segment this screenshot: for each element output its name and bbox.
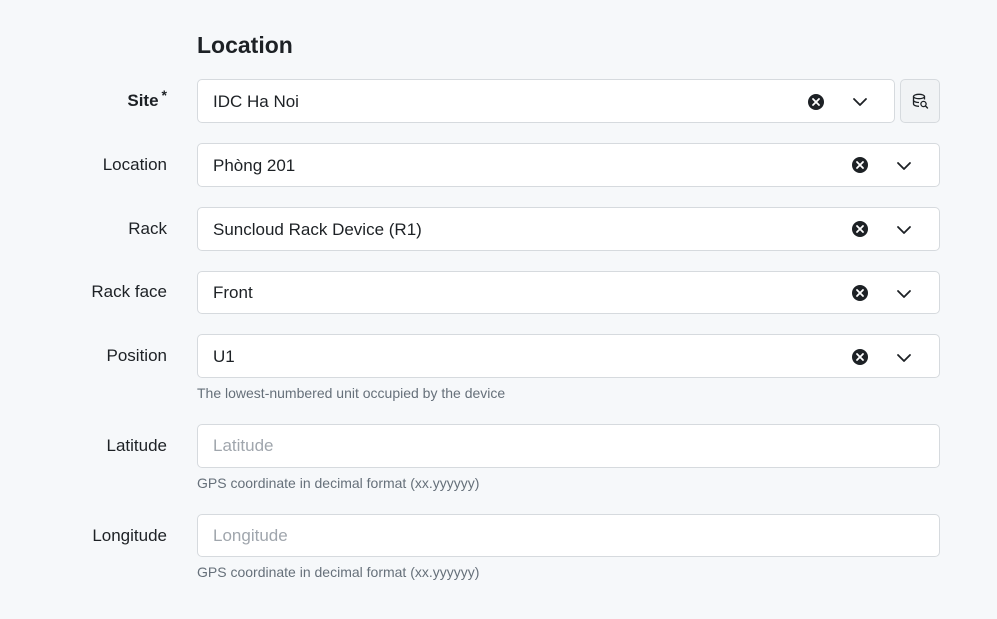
position-select-value: U1 <box>213 347 235 366</box>
clear-icon[interactable] <box>852 285 868 301</box>
section-title: Location <box>197 32 293 58</box>
site-select-value: IDC Ha Noi <box>213 92 299 111</box>
rack-face-select[interactable]: Front <box>197 271 940 314</box>
chevron-down-icon[interactable] <box>896 223 912 237</box>
longitude-label: Longitude <box>92 526 167 545</box>
longitude-help-text: GPS coordinate in decimal format (xx.yyy… <box>197 564 480 580</box>
chevron-down-icon[interactable] <box>896 159 912 173</box>
rack-face-label: Rack face <box>91 282 167 301</box>
longitude-input[interactable] <box>198 515 939 556</box>
clear-icon[interactable] <box>852 349 868 365</box>
clear-icon[interactable] <box>808 94 824 110</box>
chevron-down-icon[interactable] <box>852 95 868 109</box>
rack-select-value: Suncloud Rack Device (R1) <box>213 220 422 239</box>
latitude-input[interactable] <box>198 425 939 467</box>
clear-icon[interactable] <box>852 221 868 237</box>
rack-label: Rack <box>128 219 167 238</box>
longitude-field-wrapper <box>197 514 940 557</box>
latitude-help-text: GPS coordinate in decimal format (xx.yyy… <box>197 475 480 491</box>
site-selector-button[interactable] <box>900 79 940 123</box>
location-select-value: Phòng 201 <box>213 156 296 175</box>
position-label: Position <box>106 346 167 365</box>
site-label-text: Site <box>127 91 159 110</box>
position-help-text: The lowest-numbered unit occupied by the… <box>197 385 506 401</box>
latitude-label: Latitude <box>106 436 168 455</box>
required-asterisk: * <box>161 87 167 103</box>
rack-face-select-value: Front <box>213 283 253 302</box>
position-select[interactable]: U1 <box>197 334 940 378</box>
location-select[interactable]: Phòng 201 <box>197 143 940 187</box>
latitude-field-wrapper <box>197 424 940 468</box>
device-location-form: Location Site * IDC Ha Noi Location Phòng… <box>0 0 997 619</box>
location-label: Location <box>102 155 167 174</box>
clear-icon[interactable] <box>852 157 868 173</box>
site-select[interactable]: IDC Ha Noi <box>197 79 895 123</box>
database-search-icon <box>912 93 929 109</box>
rack-select[interactable]: Suncloud Rack Device (R1) <box>197 207 940 251</box>
site-label: Site * <box>127 87 167 112</box>
chevron-down-icon[interactable] <box>896 351 912 365</box>
chevron-down-icon[interactable] <box>896 287 912 301</box>
